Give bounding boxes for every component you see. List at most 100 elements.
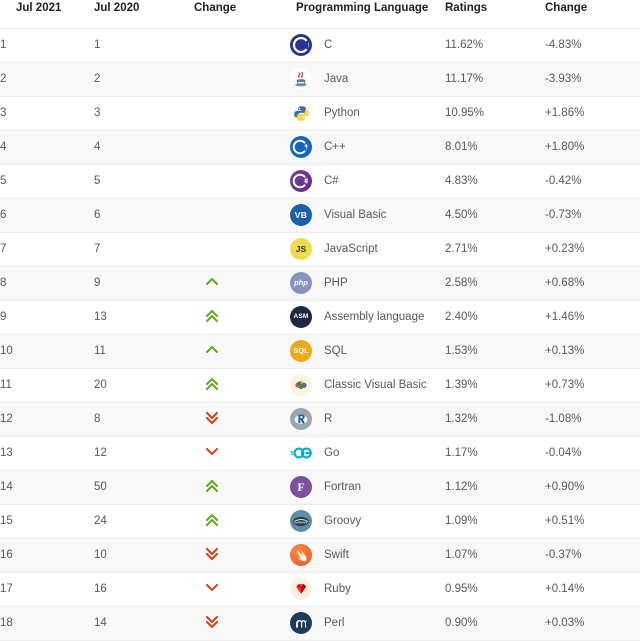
- java-logo-icon: [290, 68, 312, 90]
- double-chevron-down-icon: [204, 547, 220, 561]
- ratings-cell: 1.32%: [445, 402, 545, 437]
- column-header-ratings[interactable]: Ratings: [445, 0, 545, 29]
- ratings-cell: 4.50%: [445, 198, 545, 233]
- rank-change-cell: [194, 606, 290, 641]
- ratings-cell: 4.83%: [445, 164, 545, 199]
- language-cell: Classic Visual Basic: [290, 368, 445, 403]
- language-cell: php PHP: [290, 266, 445, 301]
- rank-change-cell: [194, 334, 290, 369]
- language-name[interactable]: Perl: [324, 617, 344, 629]
- table-row: 8 9 php PHP 2.58% +0.68%: [0, 266, 640, 301]
- language-name[interactable]: C++: [324, 141, 346, 153]
- rank-old-cell: 4: [94, 130, 194, 165]
- table-row: 7 7 JS JavaScript 2.71% +0.23%: [0, 232, 640, 267]
- language-name[interactable]: Python: [324, 107, 360, 119]
- language-cell: Go: [290, 436, 445, 471]
- table-row: 17 16 Ruby 0.95% +0.14%: [0, 572, 640, 607]
- language-name[interactable]: Classic Visual Basic: [324, 379, 427, 391]
- ratings-change-cell: +1.46%: [545, 300, 640, 335]
- language-cell: C: [290, 28, 445, 63]
- ratings-cell: 1.12%: [445, 470, 545, 505]
- language-cell: C#: [290, 164, 445, 199]
- ratings-cell: 0.90%: [445, 606, 545, 641]
- table-row: 18 14 Perl 0.90% +0.03%: [0, 606, 640, 641]
- rank-change-cell: [194, 266, 290, 301]
- column-header-rank-new[interactable]: Jul 2021: [0, 0, 94, 29]
- rank-new-cell: 4: [0, 130, 94, 165]
- rank-change-cell: [194, 198, 290, 233]
- php-logo-icon: php: [290, 272, 312, 294]
- rank-change-cell: [194, 96, 290, 131]
- ratings-cell: 0.95%: [445, 572, 545, 607]
- language-name[interactable]: Fortran: [324, 481, 361, 493]
- column-header-language[interactable]: Programming Language: [290, 0, 445, 29]
- rank-new-cell: 11: [0, 368, 94, 403]
- language-name[interactable]: C: [324, 39, 332, 51]
- language-name[interactable]: Go: [324, 447, 339, 459]
- table-row: 15 24 Groovy Groovy 1.09% +0.51%: [0, 504, 640, 539]
- column-header-rank-old[interactable]: Jul 2020: [94, 0, 194, 29]
- table-row: 16 10 Swift 1.07% -0.37%: [0, 538, 640, 573]
- language-name[interactable]: C#: [324, 175, 339, 187]
- rank-change-cell: [194, 130, 290, 165]
- double-chevron-up-icon: [204, 309, 220, 323]
- rank-old-cell: 14: [94, 606, 194, 641]
- rank-old-cell: 2: [94, 62, 194, 97]
- groovy-logo-icon: Groovy: [290, 510, 312, 532]
- cpp-logo-icon: [290, 136, 312, 158]
- rank-old-cell: 3: [94, 96, 194, 131]
- language-name[interactable]: R: [324, 413, 332, 425]
- chevron-up-icon: [204, 277, 220, 286]
- language-cell: Java: [290, 62, 445, 97]
- svg-text:Groovy: Groovy: [294, 519, 307, 524]
- language-name[interactable]: PHP: [324, 277, 348, 289]
- rank-old-cell: 11: [94, 334, 194, 369]
- swift-logo-icon: [290, 544, 312, 566]
- language-name[interactable]: Ruby: [324, 583, 351, 595]
- language-name[interactable]: Assembly language: [324, 311, 424, 323]
- rank-new-cell: 5: [0, 164, 94, 199]
- rank-change-cell: [194, 62, 290, 97]
- ratings-change-cell: +0.23%: [545, 232, 640, 267]
- language-name[interactable]: SQL: [324, 345, 347, 357]
- ratings-change-cell: -0.73%: [545, 198, 640, 233]
- rank-old-cell: 16: [94, 572, 194, 607]
- ratings-cell: 1.07%: [445, 538, 545, 573]
- rank-change-cell: [194, 402, 290, 437]
- table-row: 4 4 C++ 8.01% +1.80%: [0, 130, 640, 165]
- column-header-delta[interactable]: Change: [545, 0, 640, 29]
- column-header-change[interactable]: Change: [194, 0, 290, 29]
- ratings-change-cell: -0.37%: [545, 538, 640, 573]
- rank-old-cell: 5: [94, 164, 194, 199]
- language-cell: F Fortran: [290, 470, 445, 505]
- table-row: 11 20 Classic Visual Basic 1.39% +0.73%: [0, 368, 640, 403]
- rank-old-cell: 9: [94, 266, 194, 301]
- rank-change-cell: [194, 232, 290, 267]
- double-chevron-down-icon: [204, 411, 220, 425]
- rank-old-cell: 24: [94, 504, 194, 539]
- table-row: 10 11 SQL SQL 1.53% +0.13%: [0, 334, 640, 369]
- ratings-change-cell: +1.86%: [545, 96, 640, 131]
- rank-old-cell: 10: [94, 538, 194, 573]
- language-name[interactable]: Groovy: [324, 515, 361, 527]
- rank-change-cell: [194, 572, 290, 607]
- language-cell: R: [290, 402, 445, 437]
- language-name[interactable]: JavaScript: [324, 243, 378, 255]
- rank-new-cell: 16: [0, 538, 94, 573]
- ratings-cell: 10.95%: [445, 96, 545, 131]
- rank-old-cell: 6: [94, 198, 194, 233]
- language-cell: C++: [290, 130, 445, 165]
- ratings-cell: 8.01%: [445, 130, 545, 165]
- assembly-logo-icon: ASM: [290, 306, 312, 328]
- table-row: 14 50 F Fortran 1.12% +0.90%: [0, 470, 640, 505]
- language-cell: ASM Assembly language: [290, 300, 445, 335]
- rank-old-cell: 50: [94, 470, 194, 505]
- language-name[interactable]: Swift: [324, 549, 349, 561]
- language-name[interactable]: Visual Basic: [324, 209, 386, 221]
- rank-new-cell: 12: [0, 402, 94, 437]
- python-logo-icon: [290, 102, 312, 124]
- table-row: 2 2 Java 11.17% -3.93%: [0, 62, 640, 97]
- table-header: Jul 2021 Jul 2020 Change Programming Lan…: [0, 0, 640, 29]
- rank-change-cell: [194, 436, 290, 471]
- language-name[interactable]: Java: [324, 73, 348, 85]
